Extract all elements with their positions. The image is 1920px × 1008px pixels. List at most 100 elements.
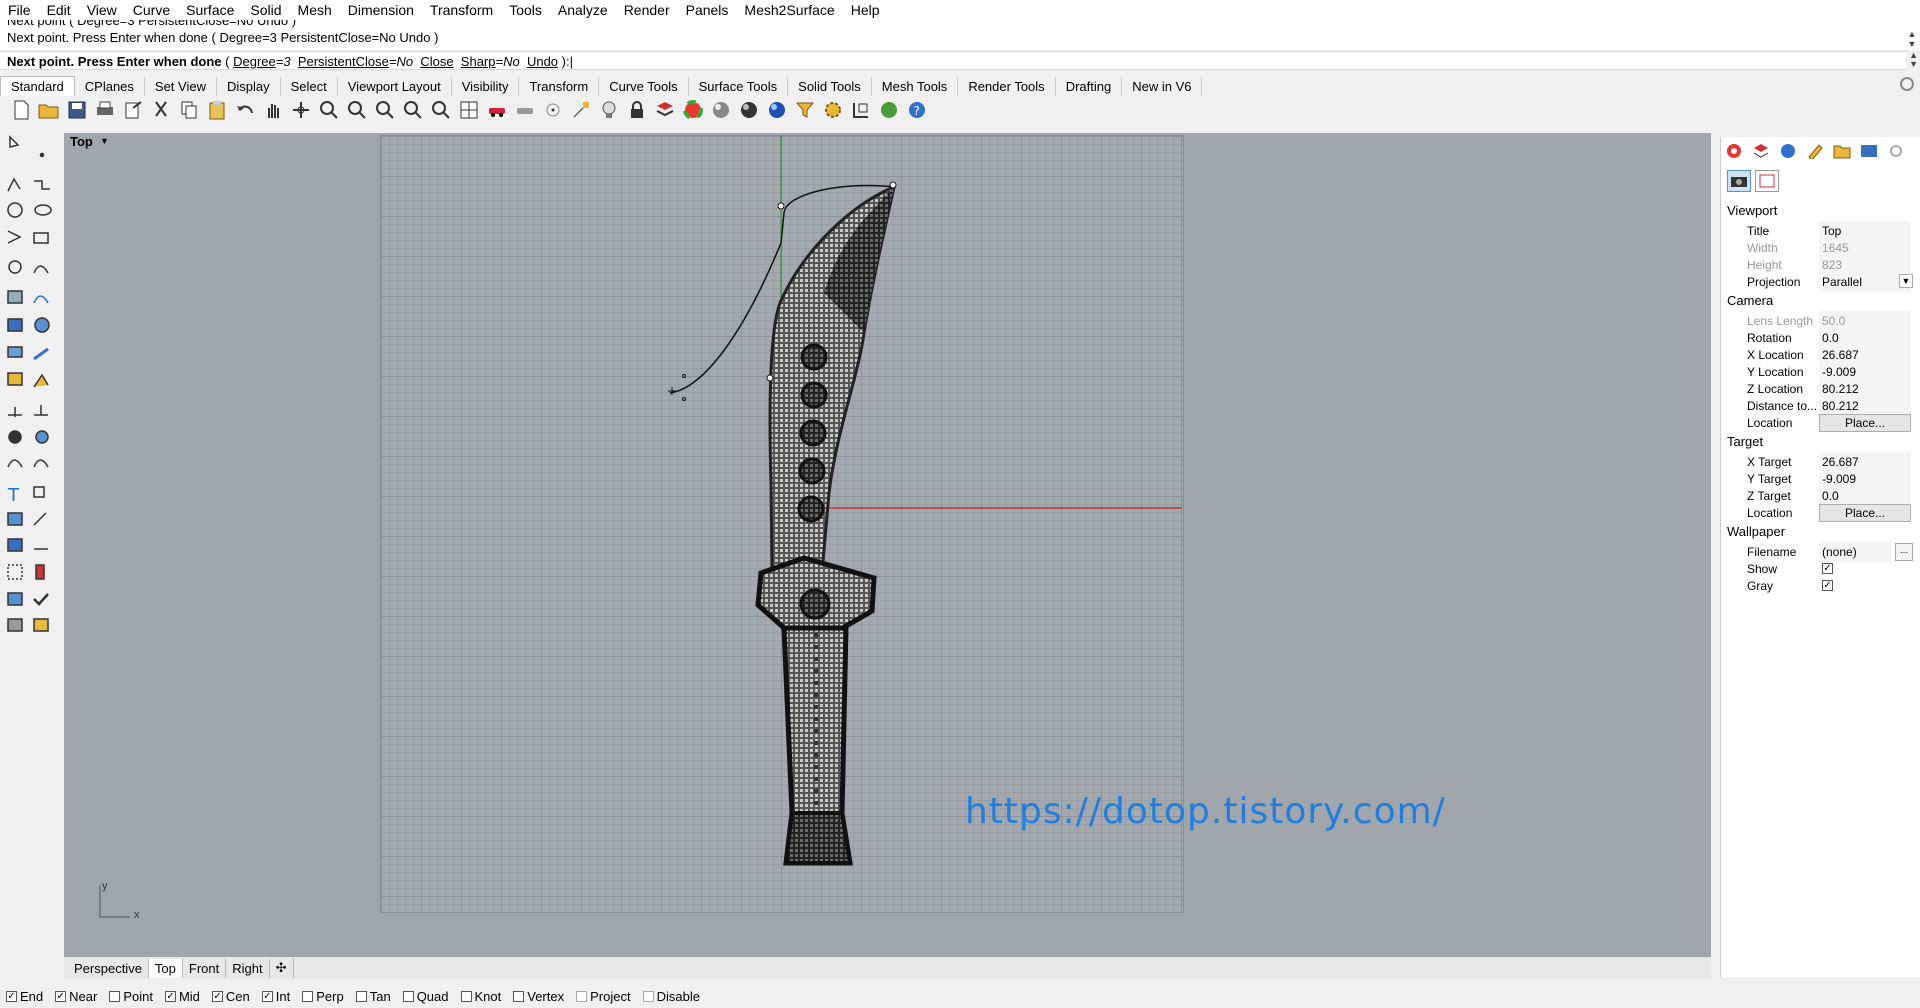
named-view-icon[interactable] bbox=[1860, 143, 1878, 159]
checkbox-icon[interactable] bbox=[460, 990, 472, 1002]
tab-display[interactable]: Display bbox=[217, 77, 281, 96]
camera-place-button[interactable]: Place... bbox=[1819, 414, 1911, 432]
tab-render-tools[interactable]: Render Tools bbox=[958, 77, 1056, 96]
shaded-car-icon[interactable] bbox=[514, 99, 536, 121]
save-icon[interactable] bbox=[66, 99, 88, 121]
osnap-point[interactable]: Point bbox=[109, 989, 153, 1004]
menu-help[interactable]: Help bbox=[843, 0, 888, 20]
tab-visibility[interactable]: Visibility bbox=[452, 77, 520, 96]
zoom-window-icon[interactable] bbox=[346, 99, 368, 121]
snap-icon[interactable] bbox=[570, 99, 592, 121]
checkbox-icon[interactable] bbox=[513, 990, 525, 1002]
tab-solid-tools[interactable]: Solid Tools bbox=[788, 77, 872, 96]
tab-standard[interactable]: Standard bbox=[0, 76, 75, 96]
car-icon[interactable] bbox=[486, 99, 508, 121]
undo-view-icon[interactable] bbox=[430, 99, 452, 121]
color-wheel-icon[interactable] bbox=[682, 99, 704, 121]
target-place-button[interactable]: Place... bbox=[1819, 504, 1911, 522]
osnap-mid[interactable]: ✓ Mid bbox=[164, 989, 200, 1004]
tab-transform[interactable]: Transform bbox=[519, 77, 600, 96]
tab-select[interactable]: Select bbox=[281, 77, 338, 96]
checkbox-icon[interactable]: ✓ bbox=[211, 990, 223, 1002]
menu-panels[interactable]: Panels bbox=[678, 0, 737, 20]
export-icon[interactable] bbox=[122, 99, 144, 121]
osnap-project[interactable]: Project bbox=[576, 989, 631, 1004]
menu-file[interactable]: File bbox=[0, 0, 39, 20]
tab-cplanes[interactable]: CPlanes bbox=[75, 77, 145, 96]
chevron-down-icon[interactable]: ▼ bbox=[1899, 274, 1913, 288]
options-gear-icon[interactable] bbox=[822, 99, 844, 121]
layers-icon[interactable] bbox=[1752, 143, 1770, 159]
menu-surface[interactable]: Surface bbox=[178, 0, 242, 20]
option-close[interactable]: Close bbox=[420, 54, 453, 69]
checkbox-icon[interactable]: ✓ bbox=[55, 990, 67, 1002]
camera-icon[interactable] bbox=[1727, 170, 1751, 192]
osnap-quad[interactable]: Quad bbox=[402, 989, 449, 1004]
select-filter-icon[interactable] bbox=[794, 99, 816, 121]
tab-perspective[interactable]: Perspective bbox=[68, 958, 149, 978]
command-line[interactable]: Next point. Press Enter when done ( Degr… bbox=[0, 51, 1906, 70]
left-toolbar-icons[interactable]: T bbox=[0, 133, 64, 653]
pan-hand-icon[interactable] bbox=[262, 99, 284, 121]
undo-icon[interactable] bbox=[234, 99, 256, 121]
scroll-down-icon[interactable]: ▼ bbox=[1906, 39, 1918, 49]
new-file-icon[interactable] bbox=[10, 99, 32, 121]
menu-curve[interactable]: Curve bbox=[125, 0, 178, 20]
menu-solid[interactable]: Solid bbox=[242, 0, 289, 20]
option-undo[interactable]: Undo bbox=[527, 54, 558, 69]
menu-tools[interactable]: Tools bbox=[501, 0, 550, 20]
paste-icon[interactable] bbox=[206, 99, 228, 121]
color-wheel-icon[interactable] bbox=[1725, 143, 1743, 159]
viewport-properties-icon[interactable] bbox=[1755, 170, 1779, 192]
light-bulb-icon[interactable] bbox=[598, 99, 620, 121]
osnap-cen[interactable]: ✓ Cen bbox=[211, 989, 250, 1004]
add-viewport-icon[interactable]: ✣ bbox=[270, 958, 294, 978]
tab-front[interactable]: Front bbox=[183, 958, 227, 978]
checkbox-icon[interactable] bbox=[355, 990, 367, 1002]
render-preview-icon[interactable] bbox=[766, 99, 788, 121]
menu-analyze[interactable]: Analyze bbox=[550, 0, 616, 20]
zoom-icon[interactable] bbox=[318, 99, 340, 121]
projection-select[interactable]: Parallel bbox=[1819, 272, 1911, 292]
cut-icon[interactable] bbox=[150, 99, 172, 121]
checkbox-icon[interactable] bbox=[402, 990, 414, 1002]
copy-icon[interactable] bbox=[178, 99, 200, 121]
menu-mesh2surface[interactable]: Mesh2Surface bbox=[736, 0, 842, 20]
tab-mesh-tools[interactable]: Mesh Tools bbox=[872, 77, 959, 96]
globe-icon[interactable] bbox=[878, 99, 900, 121]
checkbox-icon[interactable] bbox=[109, 990, 121, 1002]
help-icon[interactable]: ? bbox=[906, 99, 928, 121]
menu-edit[interactable]: Edit bbox=[39, 0, 79, 20]
render-sphere-icon[interactable] bbox=[738, 99, 760, 121]
checkbox-icon[interactable]: ✓ bbox=[164, 990, 176, 1002]
point-icon[interactable] bbox=[542, 99, 564, 121]
top-viewport[interactable]: Top ▼ https://dotop.tistory.com/ y x bbox=[64, 133, 1711, 957]
osnap-vertex[interactable]: Vertex bbox=[513, 989, 564, 1004]
osnap-perp[interactable]: Perp bbox=[302, 989, 344, 1004]
tab-new-in-v6[interactable]: New in V6 bbox=[1122, 77, 1203, 96]
display-sphere-icon[interactable] bbox=[1779, 143, 1797, 159]
tab-viewport-layout[interactable]: Viewport Layout bbox=[338, 77, 452, 96]
menu-mesh[interactable]: Mesh bbox=[290, 0, 340, 20]
print-icon[interactable] bbox=[94, 99, 116, 121]
tab-set-view[interactable]: Set View bbox=[145, 77, 217, 96]
osnap-disable[interactable]: Disable bbox=[642, 989, 700, 1004]
zoom-selected-icon[interactable] bbox=[402, 99, 424, 121]
tab-surface-tools[interactable]: Surface Tools bbox=[689, 77, 789, 96]
osnap-end[interactable]: ✓ End bbox=[6, 989, 43, 1004]
rotate-view-icon[interactable] bbox=[290, 99, 312, 121]
lock-icon[interactable] bbox=[626, 99, 648, 121]
checkbox-icon[interactable] bbox=[576, 990, 588, 1002]
option-sharp[interactable]: Sharp bbox=[461, 54, 496, 69]
menu-dimension[interactable]: Dimension bbox=[340, 0, 422, 20]
tab-top[interactable]: Top bbox=[148, 958, 183, 978]
option-degree[interactable]: Degree bbox=[233, 54, 276, 69]
folder-icon[interactable] bbox=[1833, 143, 1851, 159]
menu-transform[interactable]: Transform bbox=[422, 0, 501, 20]
tab-drafting[interactable]: Drafting bbox=[1056, 77, 1123, 96]
checkbox-icon[interactable] bbox=[642, 990, 654, 1002]
four-viewports-icon[interactable] bbox=[458, 99, 480, 121]
scroll-up-icon[interactable]: ▲ bbox=[1906, 29, 1918, 39]
show-checkbox[interactable]: ✓ bbox=[1822, 563, 1833, 574]
pen-icon[interactable] bbox=[1806, 143, 1824, 159]
